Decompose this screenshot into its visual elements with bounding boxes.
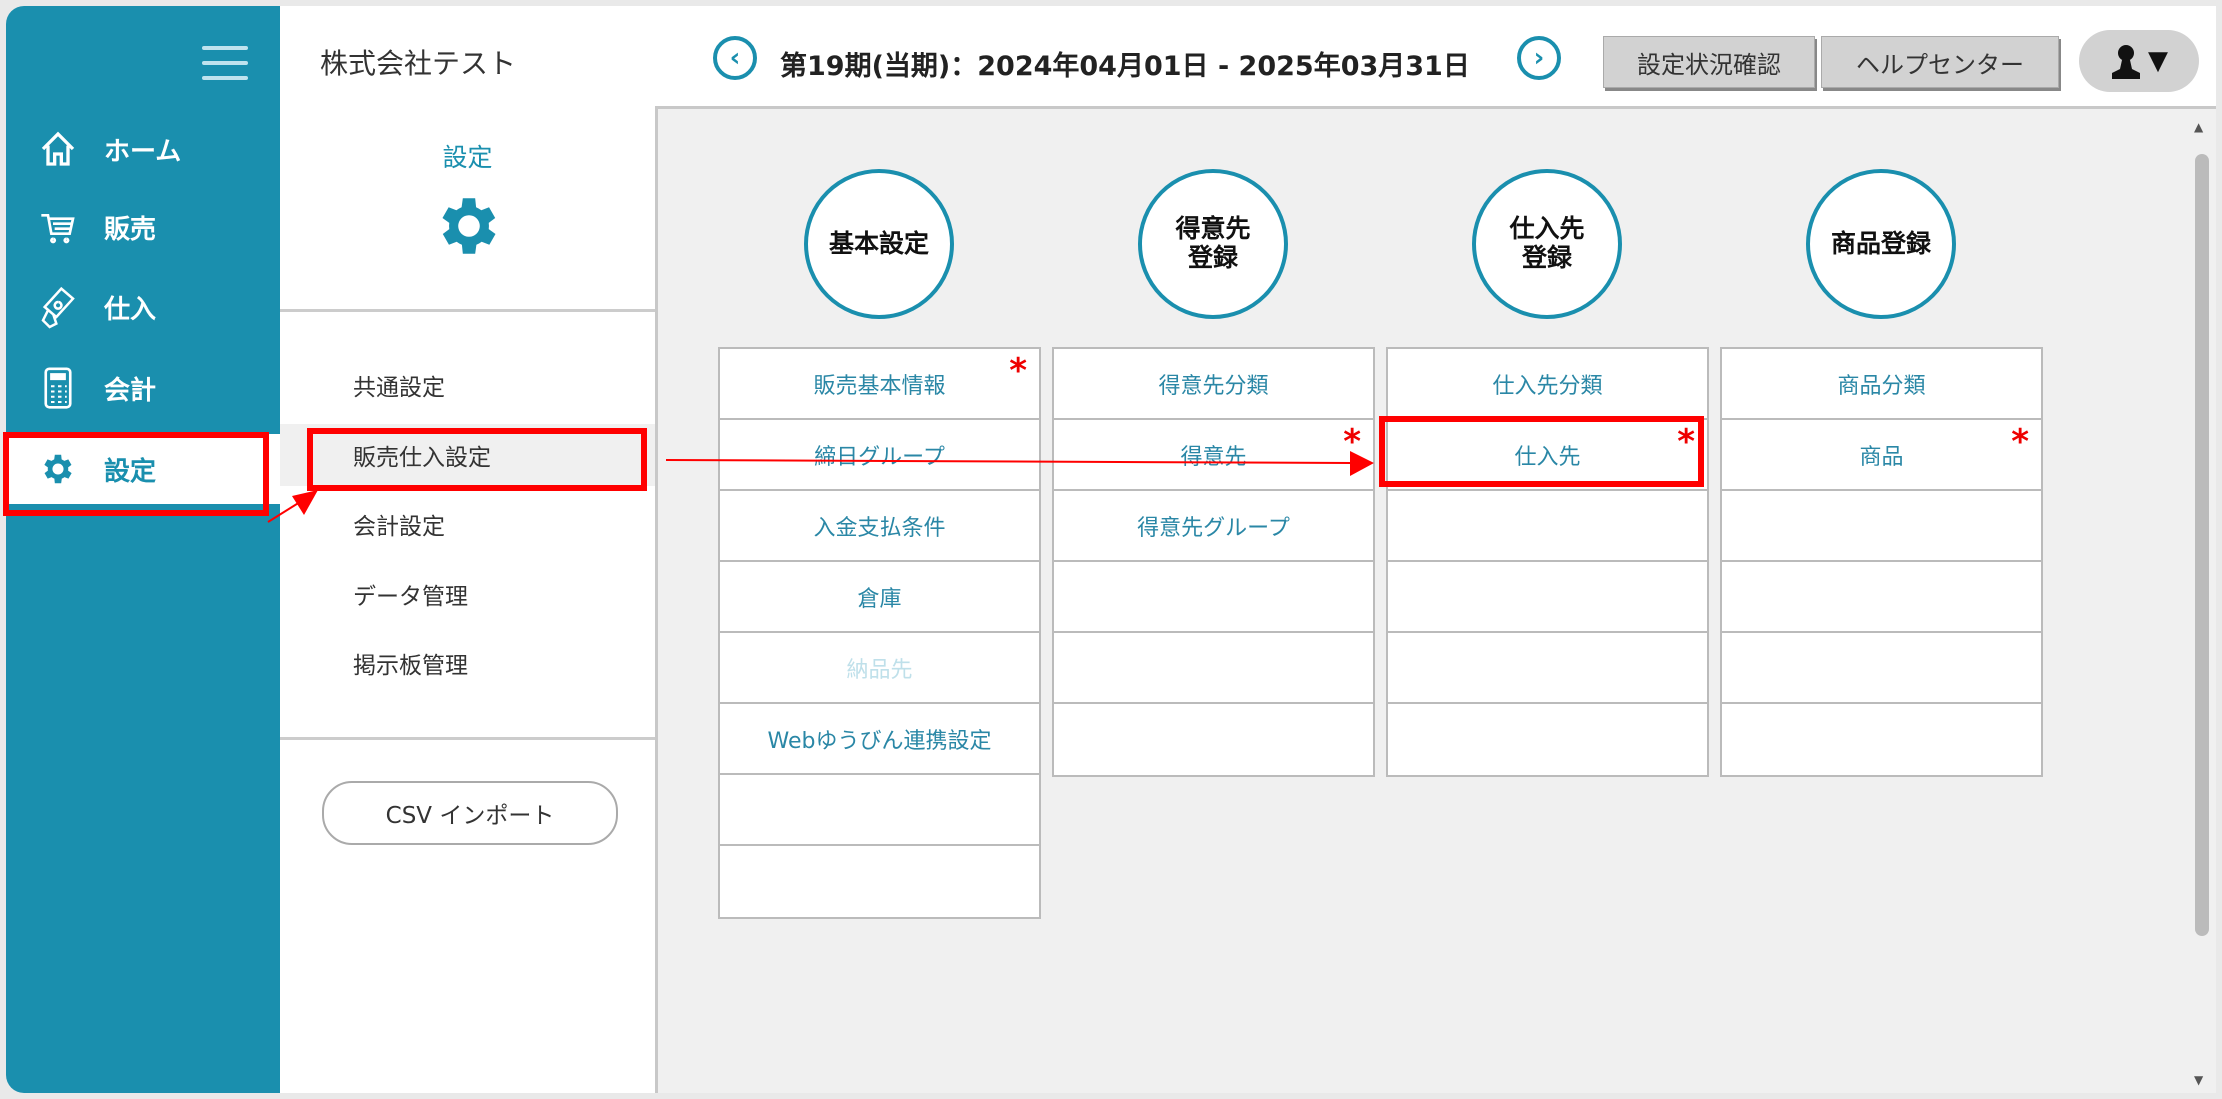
settings-link-label: 仕入先: [1514, 439, 1580, 471]
settings-link-label: 締日グループ: [814, 439, 945, 471]
settings-menu-item[interactable]: 会計設定: [280, 493, 655, 555]
required-asterisk-icon: *: [1009, 351, 1027, 391]
sidebar-item-label: 会計: [104, 370, 156, 407]
settings-menu-item[interactable]: 販売仕入設定: [280, 424, 655, 486]
sidebar-item-0[interactable]: ホーム: [6, 114, 280, 184]
settings-link[interactable]: 締日グループ: [720, 420, 1039, 491]
sidebar-item-label: 仕入: [104, 289, 156, 326]
next-period-button[interactable]: ›: [1517, 36, 1561, 80]
settings-column: 仕入先分類仕入先 *: [1386, 347, 1709, 777]
cart-icon: [34, 203, 82, 251]
category-circle[interactable]: 商品登録: [1806, 169, 1956, 319]
empty-row: [1722, 491, 2041, 562]
settings-link[interactable]: Webゆうびん連携設定: [720, 704, 1039, 775]
settings-link-label: 納品先: [846, 652, 912, 684]
home-icon: [34, 125, 82, 173]
empty-row: [1722, 633, 2041, 704]
header: 株式会社テスト ‹ 第19期(当期)：2024年04月01日 - 2025年03…: [280, 6, 2216, 109]
previous-period-button[interactable]: ‹: [713, 36, 757, 80]
sidebar: ホーム販売仕入会計設定: [6, 6, 280, 1093]
payment-hand-icon: [34, 283, 82, 331]
fiscal-period: 第19期(当期)：2024年04月01日 - 2025年03月31日: [780, 44, 1470, 83]
settings-link[interactable]: 商品分類: [1722, 349, 2041, 420]
settings-menu-item[interactable]: 掲示板管理: [280, 632, 655, 694]
required-asterisk-icon: *: [1677, 422, 1695, 462]
empty-row: [1388, 491, 1707, 562]
sidebar-item-1[interactable]: 販売: [6, 192, 280, 262]
csv-import-button[interactable]: CSV インポート: [322, 781, 618, 845]
sidebar-item-2[interactable]: 仕入: [6, 272, 280, 342]
settings-link: 納品先: [720, 633, 1039, 704]
settings-menu-item[interactable]: 共通設定: [280, 354, 655, 416]
gear-icon: [34, 445, 82, 493]
scrollbar-thumb[interactable]: [2195, 154, 2209, 936]
settings-link-label: 得意先グループ: [1137, 510, 1290, 542]
settings-link-label: 得意先分類: [1158, 368, 1268, 400]
settings-link[interactable]: 仕入先分類: [1388, 349, 1707, 420]
empty-row: [1388, 704, 1707, 775]
settings-link-label: 入金支払条件: [813, 510, 945, 542]
settings-link[interactable]: 販売基本情報 *: [720, 349, 1039, 420]
settings-link[interactable]: 商品 *: [1722, 420, 2041, 491]
settings-link-label: Webゆうびん連携設定: [768, 723, 992, 755]
settings-link-label: 得意先: [1180, 439, 1246, 471]
chevron-left-icon: ‹: [730, 43, 741, 73]
scroll-down-icon[interactable]: ▼: [2194, 1073, 2203, 1087]
settings-column: 販売基本情報 * 締日グループ入金支払条件倉庫納品先 Webゆうびん連携設定: [718, 347, 1041, 919]
category-circle[interactable]: 得意先 登録: [1138, 169, 1288, 319]
empty-row: [1722, 562, 2041, 633]
hamburger-menu-icon[interactable]: [202, 46, 248, 82]
empty-row: [720, 775, 1039, 846]
company-name: 株式会社テスト: [320, 42, 516, 82]
settings-link[interactable]: 入金支払条件: [720, 491, 1039, 562]
category-circle[interactable]: 仕入先 登録: [1472, 169, 1622, 319]
calculator-icon: [34, 364, 82, 412]
dropdown-caret-icon: ▼: [2148, 46, 2168, 76]
empty-row: [720, 846, 1039, 917]
gear-icon: [432, 189, 506, 263]
sidebar-item-label: 販売: [104, 209, 156, 246]
settings-link[interactable]: 仕入先 *: [1388, 420, 1707, 491]
settings-link-label: 商品: [1859, 439, 1903, 471]
user-icon: [2110, 43, 2142, 79]
user-menu-button[interactable]: ▼: [2079, 30, 2199, 92]
settings-column: 商品分類商品 *: [1720, 347, 2043, 777]
empty-row: [1722, 704, 2041, 775]
empty-row: [1388, 562, 1707, 633]
category-circle[interactable]: 基本設定: [804, 169, 954, 319]
empty-row: [1054, 704, 1373, 775]
empty-row: [1388, 633, 1707, 704]
settings-status-button[interactable]: 設定状況確認: [1603, 36, 1815, 88]
sidebar-item-4[interactable]: 設定: [6, 434, 280, 504]
settings-link-label: 販売基本情報: [813, 368, 945, 400]
sidebar-item-3[interactable]: 会計: [6, 353, 280, 423]
settings-menu-item[interactable]: データ管理: [280, 563, 655, 625]
scroll-up-icon[interactable]: ▲: [2194, 120, 2203, 134]
empty-row: [1054, 562, 1373, 633]
settings-link-label: 仕入先分類: [1492, 368, 1602, 400]
settings-link-label: 商品分類: [1837, 368, 1925, 400]
sidebar-item-label: 設定: [104, 451, 156, 488]
empty-row: [1054, 633, 1373, 704]
required-asterisk-icon: *: [2011, 422, 2029, 462]
settings-link[interactable]: 得意先分類: [1054, 349, 1373, 420]
divider: [280, 309, 655, 312]
settings-panel: 設定 共通設定販売仕入設定会計設定データ管理掲示板管理 CSV インポート: [280, 106, 658, 1093]
settings-title: 設定: [280, 138, 655, 174]
settings-link[interactable]: 得意先グループ: [1054, 491, 1373, 562]
sidebar-item-label: ホーム: [104, 131, 181, 168]
divider: [280, 737, 655, 740]
chevron-right-icon: ›: [1534, 43, 1545, 73]
settings-link[interactable]: 得意先 *: [1054, 420, 1373, 491]
settings-column: 得意先分類得意先 * 得意先グループ: [1052, 347, 1375, 777]
settings-link-label: 倉庫: [857, 581, 901, 613]
help-center-button[interactable]: ヘルプセンター: [1821, 36, 2059, 88]
required-asterisk-icon: *: [1343, 422, 1361, 462]
settings-link[interactable]: 倉庫: [720, 562, 1039, 633]
